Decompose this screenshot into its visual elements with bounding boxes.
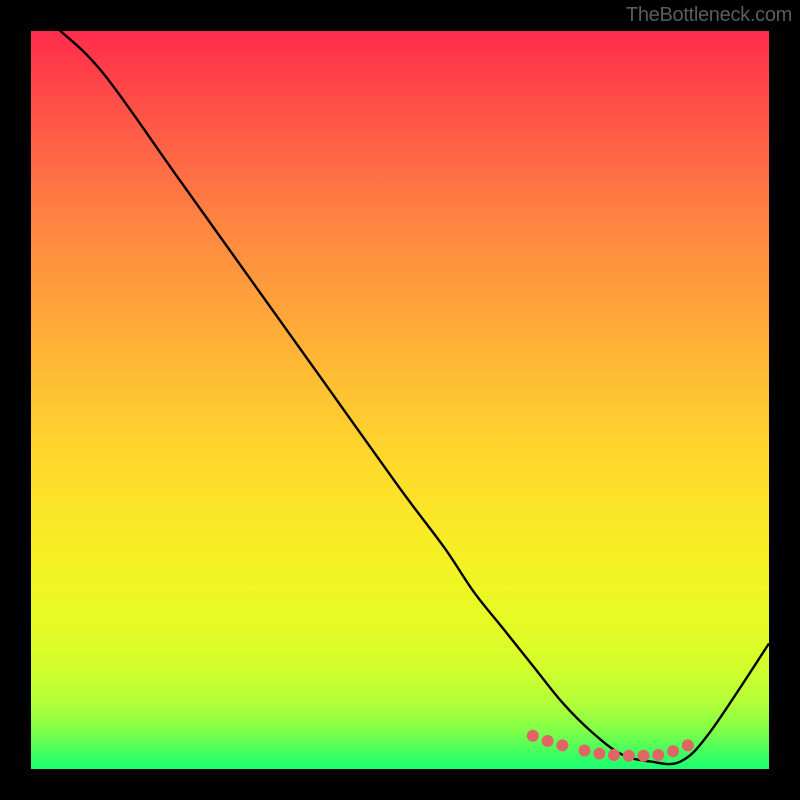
chart-svg: [31, 31, 769, 769]
optimal-dot: [542, 735, 554, 747]
optimal-dot: [623, 750, 635, 762]
optimal-dot: [593, 748, 605, 760]
optimal-dot: [556, 739, 568, 751]
optimal-dot: [682, 739, 694, 751]
optimal-dot: [579, 745, 591, 757]
chart-plot-area: [31, 31, 769, 769]
optimal-dot: [667, 745, 679, 757]
optimal-dot: [652, 749, 664, 761]
optimal-dot: [608, 749, 620, 761]
optimal-dot: [527, 730, 539, 742]
optimal-dot: [638, 750, 650, 762]
bottleneck-curve: [31, 9, 769, 764]
watermark-text: TheBottleneck.com: [626, 4, 792, 27]
